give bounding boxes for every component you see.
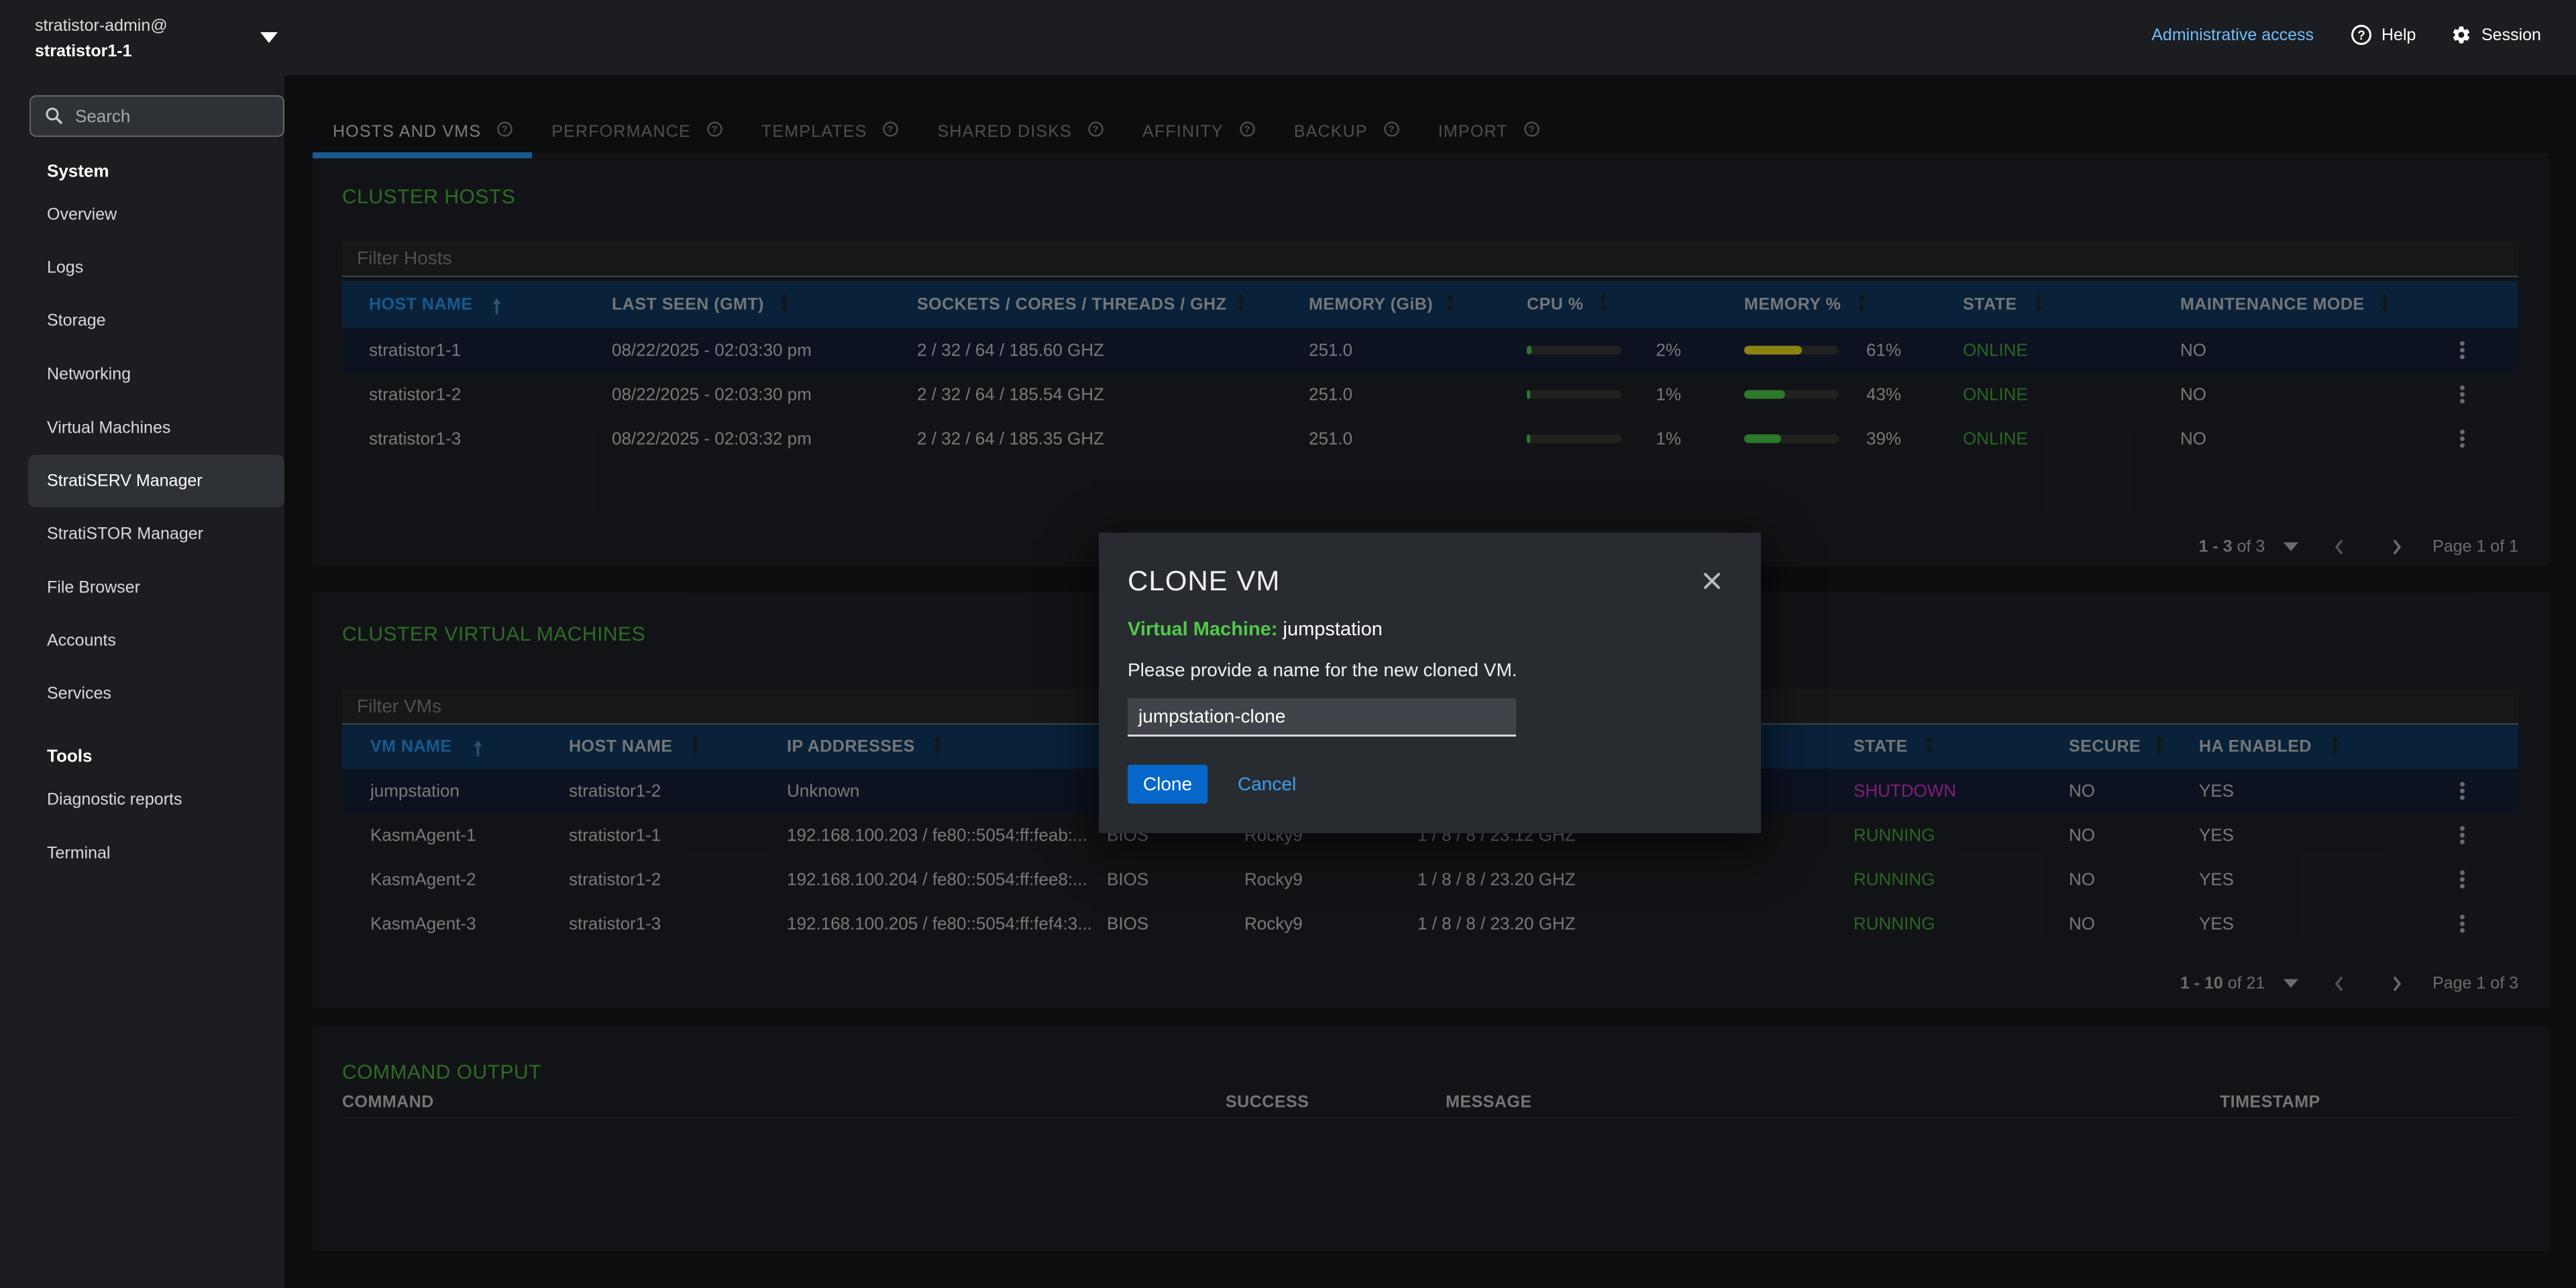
svg-text:?: ? [2357,29,2365,43]
